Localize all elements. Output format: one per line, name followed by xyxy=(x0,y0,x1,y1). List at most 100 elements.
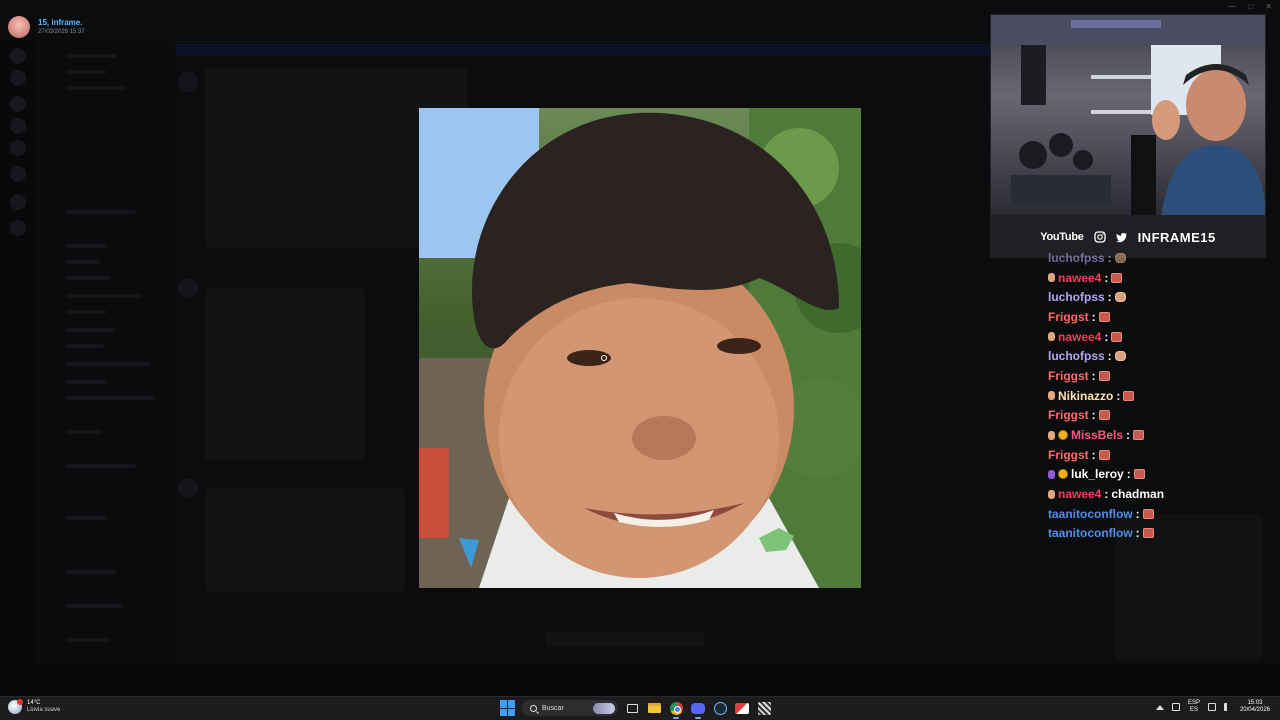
emote-icon xyxy=(1098,449,1110,460)
file-explorer-button[interactable] xyxy=(646,700,662,716)
weather-desc: Lluvia suave xyxy=(27,707,61,713)
taskbar-apps: Buscar xyxy=(500,700,772,719)
streaming-app-icon xyxy=(735,702,749,714)
grid-app-button[interactable] xyxy=(756,700,772,716)
instagram-icon xyxy=(1093,231,1106,243)
coin-badge-icon xyxy=(1058,469,1068,480)
chat-username[interactable]: Friggst xyxy=(1048,369,1089,383)
emote-icon xyxy=(1142,508,1154,519)
hand-badge-icon xyxy=(1048,273,1055,283)
display-icon[interactable] xyxy=(1207,703,1216,711)
chat-username[interactable]: Friggst xyxy=(1048,310,1089,324)
chat-text: chadman xyxy=(1111,487,1165,502)
author-name[interactable]: 15, inframe. xyxy=(38,18,85,28)
chat-separator: : xyxy=(1091,309,1096,324)
chat-separator: : xyxy=(1104,487,1109,502)
search-highlight-icon xyxy=(593,702,615,714)
hand-badge-icon xyxy=(1048,332,1055,342)
discord-button[interactable] xyxy=(690,700,706,719)
chat-username[interactable]: MissBels xyxy=(1071,428,1123,442)
chat-username[interactable]: taanitoconflow xyxy=(1048,507,1133,521)
chat-username[interactable]: luchofpss xyxy=(1048,290,1105,304)
network-icon[interactable] xyxy=(1171,703,1180,711)
chrome-button[interactable] xyxy=(668,700,684,719)
chat-separator: : xyxy=(1104,270,1109,285)
server-list xyxy=(0,40,36,690)
emote-icon xyxy=(1098,370,1110,381)
grid-app-icon xyxy=(757,701,771,715)
discord-icon xyxy=(691,702,705,714)
avatar[interactable] xyxy=(8,16,30,38)
photo-illustration xyxy=(419,108,861,588)
chat-username[interactable]: nawee4 xyxy=(1058,271,1101,285)
chat-username[interactable]: Nikinazzo xyxy=(1058,389,1113,403)
chat-separator: : xyxy=(1116,388,1121,403)
message-author-header: 15, inframe. 27/03/2026 15:37 xyxy=(8,16,85,38)
chat-message: Friggst: xyxy=(1048,366,1268,386)
windows-taskbar: 14°C Lluvia suave Buscar ESP ES 15:03 20… xyxy=(0,696,1280,720)
message-timestamp: 27/03/2026 15:37 xyxy=(38,28,85,35)
chat-message: luchofpss: xyxy=(1048,248,1268,268)
chat-message: Friggst: xyxy=(1048,307,1268,327)
search-input[interactable]: Buscar xyxy=(522,700,618,716)
chat-username[interactable]: nawee4 xyxy=(1058,487,1101,501)
streaming-app-button[interactable] xyxy=(734,700,750,716)
clock[interactable]: 15:03 20/04/2026 xyxy=(1240,700,1270,714)
chat-message: taanitoconflow: xyxy=(1048,504,1268,524)
minimize-button[interactable]: — xyxy=(1228,2,1236,11)
chat-username[interactable]: Friggst xyxy=(1048,408,1089,422)
hand-badge-icon xyxy=(1048,489,1055,499)
clock-date: 20/04/2026 xyxy=(1239,707,1270,713)
chat-message: Nikinazzo: xyxy=(1048,386,1268,406)
chat-separator: : xyxy=(1104,329,1109,344)
search-label: Buscar xyxy=(542,704,564,712)
emote-icon xyxy=(1123,390,1135,401)
hand-badge-icon xyxy=(1048,391,1055,401)
twitter-icon xyxy=(1115,233,1127,243)
task-view-icon xyxy=(626,703,638,713)
chat-message: Friggst: xyxy=(1048,445,1268,465)
chat-separator: : xyxy=(1126,467,1131,482)
start-button[interactable] xyxy=(500,700,516,716)
chat-username[interactable]: Friggst xyxy=(1048,448,1089,462)
lang-bottom: ES xyxy=(1189,707,1198,713)
chat-separator: : xyxy=(1107,250,1112,265)
message-bar xyxy=(0,664,1280,696)
volume-icon[interactable] xyxy=(1223,703,1232,711)
channel-handle: INFRAME15 xyxy=(1137,229,1216,245)
steam-button[interactable] xyxy=(712,700,728,716)
emote-icon xyxy=(1111,272,1123,283)
hand-emote-icon xyxy=(1114,351,1126,362)
chat-message: nawee4: chadman xyxy=(1048,484,1268,504)
chat-username[interactable]: luk_leroy xyxy=(1071,467,1124,481)
lightbox-image[interactable] xyxy=(419,108,861,588)
close-button[interactable]: ✕ xyxy=(1265,2,1272,11)
chat-message: MissBels: xyxy=(1048,425,1268,445)
task-view-button[interactable] xyxy=(624,700,640,716)
channel-list xyxy=(36,40,170,670)
clock-time: 15:03 xyxy=(1247,700,1263,706)
chat-separator: : xyxy=(1126,428,1131,443)
chevron-up-icon[interactable] xyxy=(1155,704,1164,710)
file-explorer-icon xyxy=(647,703,661,713)
search-icon xyxy=(530,704,537,712)
coin-badge-icon xyxy=(1058,430,1068,441)
weather-widget[interactable]: 14°C Lluvia suave xyxy=(8,699,61,714)
chat-username[interactable]: taanitoconflow xyxy=(1048,526,1133,540)
chat-username[interactable]: nawee4 xyxy=(1058,330,1101,344)
chat-username[interactable]: luchofpss xyxy=(1048,251,1105,265)
system-tray: ESP ES 15:03 20/04/2026 xyxy=(1155,700,1270,714)
emote-icon xyxy=(1098,311,1110,322)
chat-separator: : xyxy=(1135,526,1140,541)
weather-icon xyxy=(8,699,23,714)
chat-username[interactable]: luchofpss xyxy=(1048,349,1105,363)
maximize-button[interactable]: □ xyxy=(1248,2,1253,11)
emote-icon xyxy=(1111,331,1123,342)
window-controls: — □ ✕ xyxy=(1228,2,1272,11)
chat-separator: : xyxy=(1107,349,1112,364)
language-indicator[interactable]: ESP ES xyxy=(1188,700,1200,714)
weather-temp: 14°C xyxy=(27,700,41,706)
emote-icon xyxy=(1133,430,1145,441)
emote-icon xyxy=(1142,528,1154,539)
lang-top: ESP xyxy=(1187,700,1200,706)
